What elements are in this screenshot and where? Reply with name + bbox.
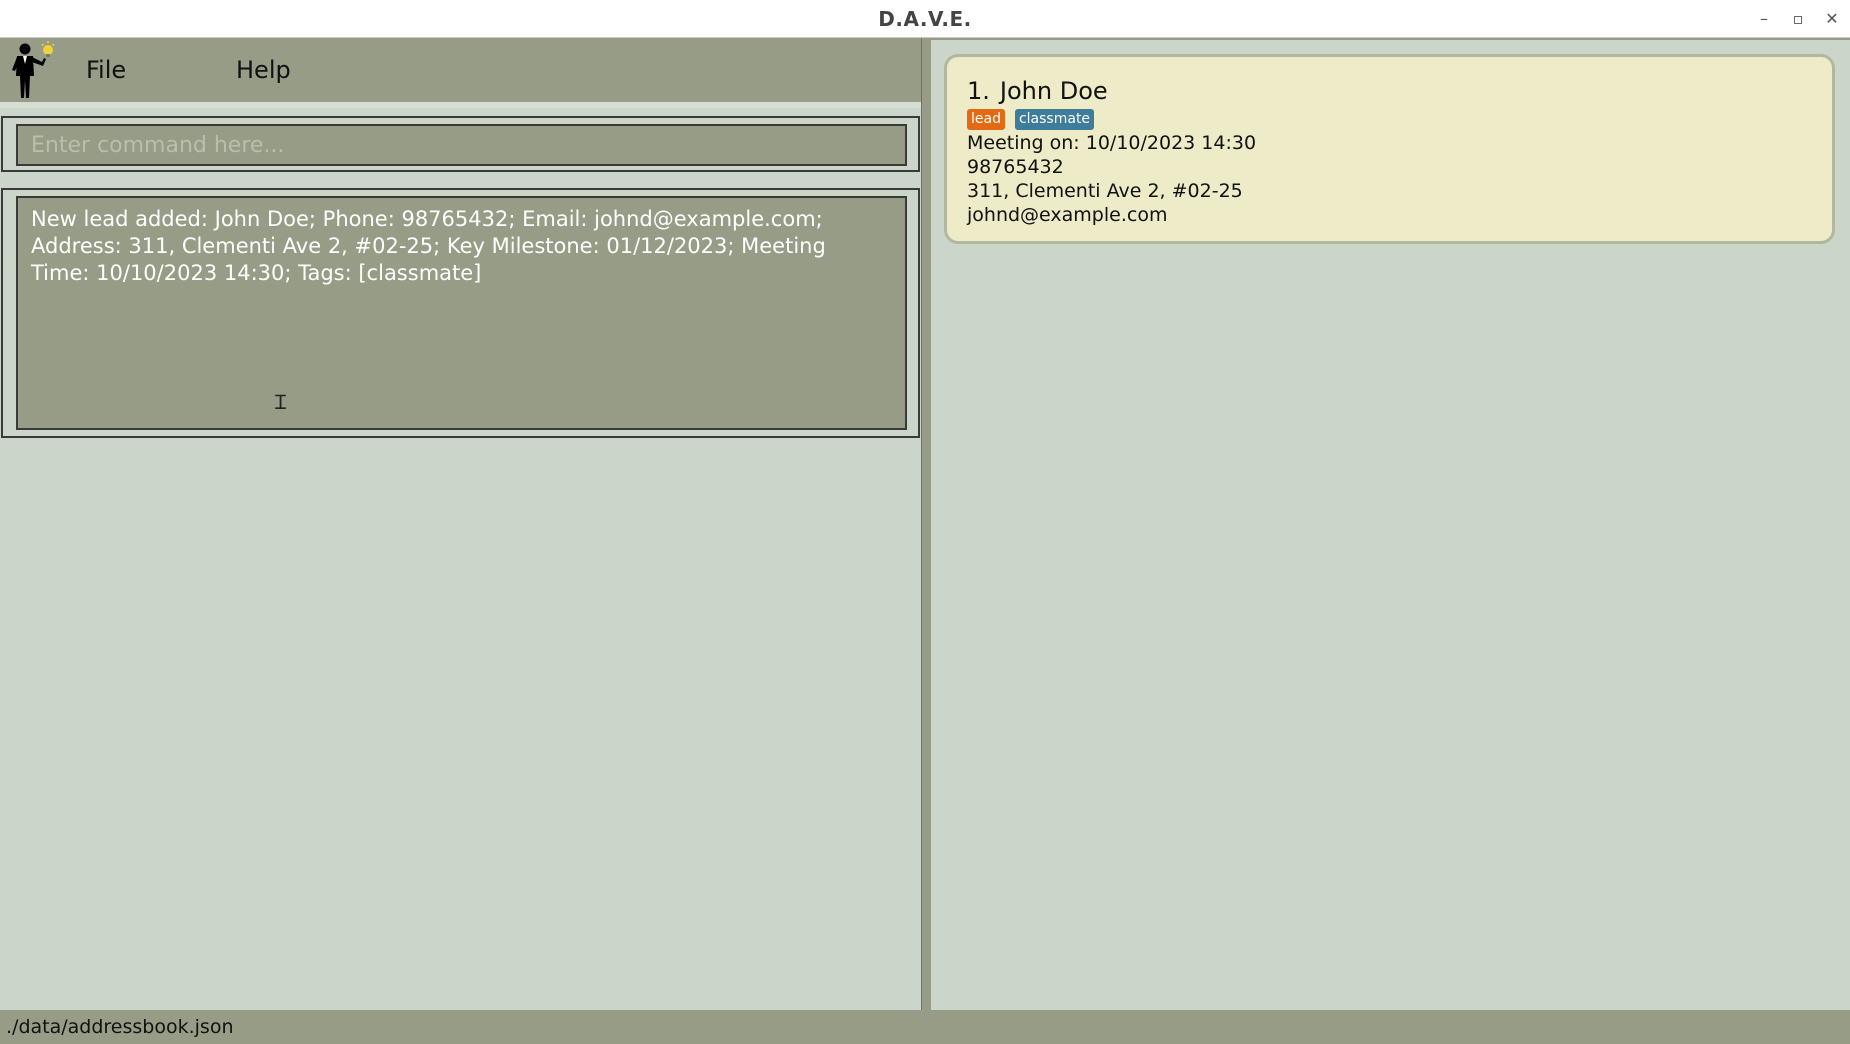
result-display-box: New lead added: John Doe; Phone: 9876543… xyxy=(1,188,920,438)
person-phone: 98765432 xyxy=(967,156,1064,178)
person-address: 311, Clementi Ave 2, #02-25 xyxy=(967,180,1243,202)
menu-help[interactable]: Help xyxy=(236,56,291,84)
text-cursor-icon: Ɪ xyxy=(275,390,287,414)
tag-list: lead classmate xyxy=(967,108,1104,130)
tag-badge-lead: lead xyxy=(967,109,1005,130)
status-bar: ./data/addressbook.json xyxy=(0,1010,1850,1044)
command-input[interactable] xyxy=(16,124,907,166)
maximize-icon[interactable]: ▫ xyxy=(1787,8,1809,30)
businessman-lightbulb-icon xyxy=(12,41,55,98)
person-email: johnd@example.com xyxy=(967,204,1168,226)
left-pane: File Help New lead added: John Doe; Phon… xyxy=(0,38,921,1010)
command-box xyxy=(1,116,920,172)
menu-separator xyxy=(0,102,921,108)
tag-badge-classmate: classmate xyxy=(1014,109,1095,130)
window-title: D.A.V.E. xyxy=(878,7,972,31)
result-display[interactable]: New lead added: John Doe; Phone: 9876543… xyxy=(16,196,907,430)
close-icon[interactable]: ✕ xyxy=(1821,8,1843,30)
status-file-path: ./data/addressbook.json xyxy=(6,1016,234,1038)
window-titlebar: D.A.V.E. – ▫ ✕ xyxy=(0,0,1850,38)
panel-top-border xyxy=(931,38,1850,40)
pane-divider[interactable] xyxy=(921,38,931,1010)
person-index: 1. xyxy=(967,77,990,105)
menu-file[interactable]: File xyxy=(86,56,126,84)
person-name: John Doe xyxy=(999,77,1108,105)
person-card[interactable]: 1. John Doe lead classmate Meeting on: 10/… xyxy=(944,54,1835,244)
person-meeting: Meeting on: 10/10/2023 14:30 xyxy=(967,132,1257,154)
minimize-icon[interactable]: – xyxy=(1753,8,1775,30)
person-list-panel: 1. John Doe lead classmate Meeting on: 10/… xyxy=(931,38,1850,1010)
menu-bar: File Help xyxy=(0,38,921,102)
person-name-row: 1. John Doe xyxy=(967,77,1108,105)
